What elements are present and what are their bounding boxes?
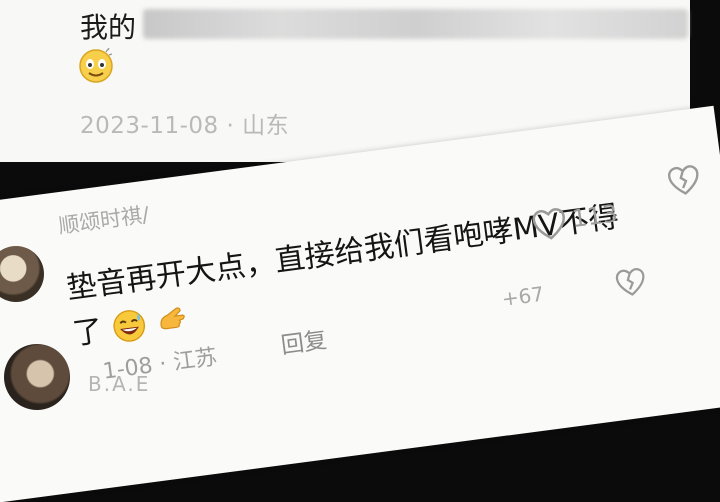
reply-text-line2: 了 <box>70 313 105 353</box>
reply-button[interactable]: 回复 <box>279 320 329 360</box>
avatar[interactable] <box>4 344 70 410</box>
smiley-face-icon <box>79 48 113 83</box>
broken-heart-icon[interactable] <box>666 163 702 199</box>
heart-icon[interactable] <box>531 206 569 244</box>
like-count: 113 <box>570 199 620 234</box>
blurred-text <box>143 9 688 39</box>
reply-username[interactable]: 顺颂时祺/ <box>57 199 151 241</box>
pointing-hand-icon <box>160 307 185 330</box>
partial-like-count: +67 <box>500 281 546 311</box>
grinning-sweat-icon <box>112 310 145 342</box>
broken-heart-icon[interactable] <box>614 266 648 300</box>
comment-author-prefix: 我的 <box>80 11 137 44</box>
next-comment-username[interactable]: B.A.E <box>88 372 150 396</box>
comment-meta: 2023-11-08 · 山东 <box>80 113 290 139</box>
comment-card-reply: 顺颂时祺/ 垫音再开大点，直接给我们看咆哮MV不得 了 1-08 · 江苏 回复… <box>0 105 720 502</box>
